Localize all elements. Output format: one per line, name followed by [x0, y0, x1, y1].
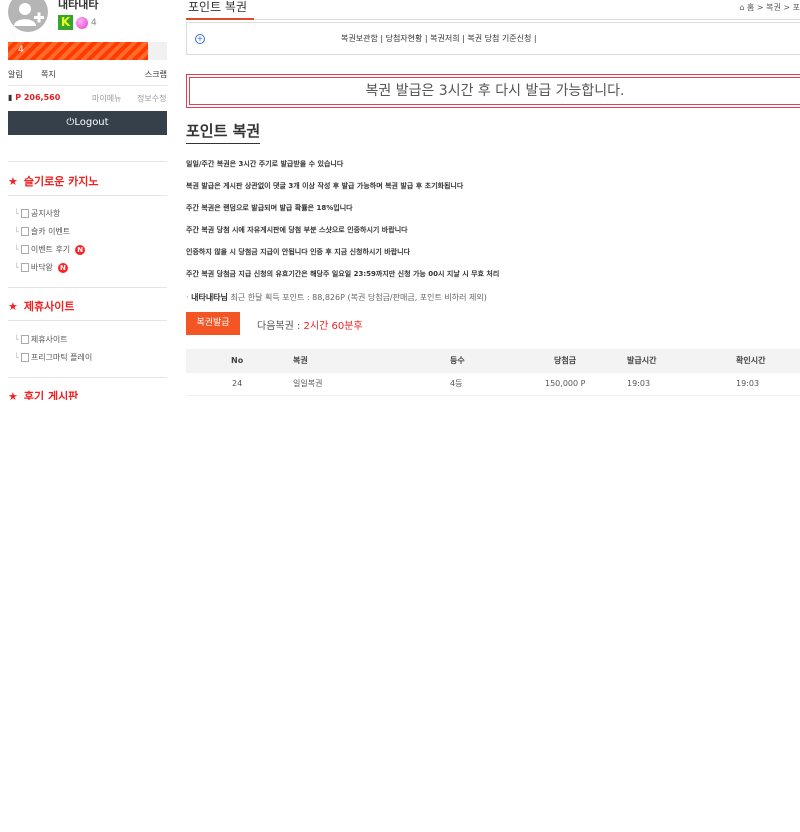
subnav-links[interactable]: 복권보관함 | 당첨자현황 | 복권저희 | 복권 당첨 기준신청 | — [341, 33, 537, 44]
info-line: 주간 복권 당첨 시에 자유게시판에 당첨 부분 스샷으로 인증하시기 바랍니다 — [186, 226, 408, 234]
alert-link[interactable]: 알림 — [8, 69, 23, 80]
level-k-icon: K — [58, 15, 73, 30]
table-row: 24 일일복권 4등 150,000 P 19:03 19:03 — [186, 373, 800, 396]
breadcrumb-text[interactable]: 홈 > 복권 > 포 — [747, 3, 800, 12]
sidebar-item-label: 프리그마틱 플레이 — [30, 353, 93, 362]
section-title-label: 제휴사이트 — [23, 300, 75, 313]
cell-prize: 150,000 P — [545, 379, 586, 388]
header-issue-time: 발급시간 — [627, 356, 657, 365]
scrap-link[interactable]: 스크랩 — [145, 69, 167, 80]
sidebar-item-event[interactable]: └ 슬카 이벤트 — [14, 226, 70, 237]
home-icon: ⌂ — [739, 3, 747, 12]
cell-rank: 4등 — [450, 379, 463, 388]
stat-text: 최근 한달 획득 포인트 : 88,826P (복권 당첨금/판매금, 포인트 … — [230, 293, 487, 302]
point-balance[interactable]: ▮ P 206,560 — [8, 93, 60, 102]
document-icon — [20, 245, 29, 254]
sidebar-item-label: 슬카 이벤트 — [30, 227, 71, 236]
quick-links: 알림 쪽지 스크랩 — [8, 69, 167, 81]
main-content: 포인트 복권 ⌂ 홈 > 복권 > 포 + 복권보관함 | 당첨자현황 | 복권… — [186, 0, 800, 420]
lotto-table: No 복권 등수 당첨금 발급시간 확인시간 24 일일복권 4등 150,00… — [186, 349, 800, 396]
edit-info-link[interactable]: 정보수정 — [137, 93, 166, 104]
star-icon: ★ — [8, 300, 18, 313]
divider — [8, 320, 167, 321]
star-icon: ★ — [8, 390, 18, 400]
divider — [8, 195, 167, 196]
sidebar-item-label: 공지사항 — [30, 209, 61, 218]
info-line: 복권 발급은 게시판 상관없이 댓글 3개 이상 작성 후 발급 가능하며 복권… — [186, 182, 464, 190]
document-icon — [20, 209, 29, 218]
section-title-review-board: ★ 후기 게시판 — [8, 388, 78, 400]
header-check-time: 확인시간 — [736, 356, 766, 365]
divider — [8, 161, 167, 162]
info-line: 일일/주간 복권은 3시간 주기로 발급받을 수 있습니다 — [186, 160, 344, 168]
logout-label: Logout — [74, 117, 109, 128]
sidebar-item-notice[interactable]: └ 공지사항 — [14, 208, 60, 219]
new-badge: N — [57, 262, 68, 273]
page-heading: 포인트 복권 — [186, 120, 261, 144]
cell-issue-time: 19:03 — [627, 379, 651, 388]
exp-label: 4 — [18, 45, 24, 55]
pink-ball-icon — [76, 16, 88, 29]
point-value: P 206,560 — [15, 93, 61, 102]
next-lotto-timer: 다음복권 : 2시간 60분후 — [257, 317, 363, 332]
info-line: 주간 복권 당첨금 지급 신청의 유효기간은 해당주 일요일 23:59까지만 … — [186, 270, 500, 278]
alert-box: 복권 발급은 3시간 후 다시 발급 가능합니다. — [186, 74, 800, 108]
document-icon — [20, 335, 29, 344]
monthly-point-stat: · 내타내타님 최근 한달 획득 포인트 : 88,826P (복권 당첨금/판… — [186, 293, 487, 302]
level-badges: K 4 — [58, 15, 97, 30]
stat-username: 내타내타님 — [191, 293, 228, 302]
document-icon — [20, 353, 29, 362]
cell-check-time: 19:03 — [736, 379, 760, 388]
issue-lotto-button[interactable]: 복권발급 — [186, 312, 240, 335]
exp-progress-bar: 4 — [8, 42, 167, 60]
alert-message: 복권 발급은 3시간 후 다시 발급 가능합니다. — [189, 77, 800, 105]
table-header: No 복권 등수 당첨금 발급시간 확인시간 — [186, 349, 800, 373]
username: 내타내타 — [58, 0, 99, 11]
point-icon: ▮ — [8, 93, 13, 102]
star-icon: ★ — [8, 175, 18, 188]
next-lotto-label: 다음복권 : — [257, 321, 301, 332]
points-row: ▮ P 206,560 마이메뉴 정보수정 — [8, 93, 167, 105]
sidebar: 내타내타 K 4 4 알림 쪽지 스크랩 ▮ P 206,560 마이메뉴 정보… — [0, 0, 175, 400]
sidebar-item-pragmatic[interactable]: └ 프리그마틱 플레이 — [14, 352, 92, 363]
divider — [8, 287, 167, 288]
level-number: 4 — [91, 17, 97, 28]
section-title-partner: ★ 제휴사이트 — [8, 298, 74, 314]
memo-link[interactable]: 쪽지 — [41, 69, 56, 80]
sidebar-item-floor-king[interactable]: └ 바닥왕 N — [14, 262, 68, 273]
header-lotto: 복권 — [293, 356, 308, 365]
mypage-link[interactable]: 마이메뉴 — [92, 93, 121, 104]
exp-progress-fill — [8, 42, 148, 60]
document-icon — [20, 227, 29, 236]
section-title-casino: ★ 슬기로운 카지노 — [8, 173, 99, 189]
new-badge: N — [75, 244, 86, 255]
section-title-label: 후기 게시판 — [23, 390, 79, 400]
header-rank: 등수 — [450, 356, 465, 365]
cell-lotto: 일일복권 — [293, 379, 323, 388]
info-line: 주간 복권은 랜덤으로 발급되며 발급 확률은 18%입니다 — [186, 204, 353, 212]
sub-navigation: + 복권보관함 | 당첨자현황 | 복권저희 | 복권 당첨 기준신청 | — [186, 22, 800, 55]
add-user-icon — [14, 3, 44, 26]
tab-divider — [254, 19, 800, 20]
sidebar-item-label: 제휴사이트 — [30, 335, 68, 344]
sidebar-item-label: 이벤트 후기 — [30, 245, 71, 254]
tab-underline — [186, 18, 254, 20]
plus-icon[interactable]: + — [195, 34, 205, 44]
header-prize: 당첨금 — [554, 356, 577, 365]
divider — [8, 85, 167, 86]
tab-point-lotto[interactable]: 포인트 복권 — [188, 0, 247, 15]
logout-button[interactable]: ⏻Logout — [8, 111, 167, 135]
next-lotto-time: 2시간 60분후 — [303, 321, 363, 332]
user-avatar[interactable] — [8, 0, 48, 32]
section-title-label: 슬기로운 카지노 — [23, 175, 99, 188]
sidebar-item-partner-site[interactable]: └ 제휴사이트 — [14, 334, 68, 345]
divider — [8, 377, 167, 378]
info-line: 인증하지 않을 시 당첨금 지급이 안됩니다 인증 후 지금 신청하시기 바랍니… — [186, 248, 411, 256]
header-no: No — [231, 356, 244, 365]
breadcrumb: ⌂ 홈 > 복권 > 포 — [739, 2, 800, 13]
document-icon — [20, 263, 29, 272]
cell-no: 24 — [232, 379, 243, 388]
sidebar-item-label: 바닥왕 — [30, 263, 53, 272]
sidebar-item-event-review[interactable]: └ 이벤트 후기 N — [14, 244, 86, 255]
